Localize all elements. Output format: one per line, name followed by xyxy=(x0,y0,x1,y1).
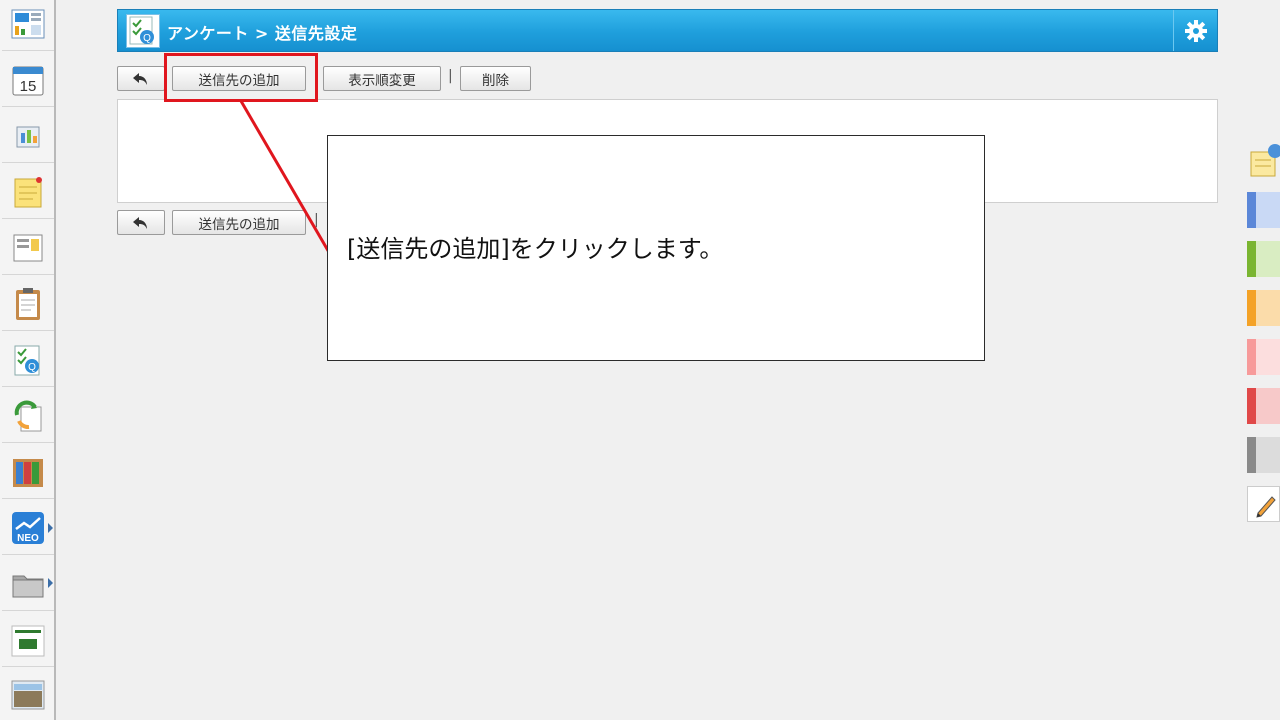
add-recipient-button-bottom[interactable]: 送信先の追加 xyxy=(172,210,306,235)
toolbar-separator: | xyxy=(448,68,453,84)
color-swatch-orange[interactable] xyxy=(1247,290,1280,326)
facility-icon[interactable] xyxy=(10,118,46,154)
memo-icon[interactable] xyxy=(10,174,46,210)
app-sidebar: 15 Q NEO xyxy=(0,0,56,720)
neo-expand-icon[interactable] xyxy=(48,523,53,533)
back-button-bottom[interactable] xyxy=(117,210,165,235)
folder-icon[interactable] xyxy=(10,566,46,602)
instruction-callout: [送信先の追加]をクリックします。 xyxy=(327,135,985,361)
workflow-icon[interactable] xyxy=(10,398,46,434)
undo-arrow-icon xyxy=(133,216,147,229)
tanomeru-icon[interactable] xyxy=(10,622,46,658)
calendar-day-label: 15 xyxy=(20,78,37,95)
delete-button[interactable]: 削除 xyxy=(460,66,531,91)
highlight-frame xyxy=(164,53,318,102)
neo-label: NEO xyxy=(17,533,39,544)
reorder-button[interactable]: 表示順変更 xyxy=(323,66,441,91)
folder-expand-icon[interactable] xyxy=(48,578,53,588)
calendar-icon[interactable]: 15 xyxy=(10,62,46,98)
color-swatch-pink[interactable] xyxy=(1247,339,1280,375)
svg-text:Q: Q xyxy=(143,33,151,44)
undo-arrow-icon xyxy=(133,72,147,85)
survey-icon[interactable]: Q xyxy=(10,342,46,378)
color-swatch-blue[interactable] xyxy=(1247,192,1280,228)
toolbar-separator: | xyxy=(314,212,319,228)
survey-app-icon: Q xyxy=(126,14,160,48)
color-swatch-red[interactable] xyxy=(1247,388,1280,424)
back-button[interactable] xyxy=(117,66,165,91)
gear-icon[interactable] xyxy=(1173,10,1217,51)
pencil-icon[interactable] xyxy=(1247,486,1280,522)
photo-app-icon[interactable] xyxy=(10,676,46,712)
color-swatch-gray[interactable] xyxy=(1247,437,1280,473)
cabinet-icon[interactable] xyxy=(10,454,46,490)
sticky-note-icon[interactable] xyxy=(1249,142,1280,178)
bulletin-board-icon[interactable] xyxy=(10,230,46,266)
page-title: アンケート > 送信先設定 xyxy=(167,24,358,43)
clipboard-icon[interactable] xyxy=(10,286,46,322)
neo-icon[interactable]: NEO xyxy=(10,510,46,546)
callout-text: [送信先の追加]をクリックします。 xyxy=(347,235,724,263)
svg-text:Q: Q xyxy=(28,362,36,373)
color-swatch-green[interactable] xyxy=(1247,241,1280,277)
portal-icon[interactable] xyxy=(10,6,46,42)
page-header: Q アンケート > 送信先設定 xyxy=(117,9,1218,52)
